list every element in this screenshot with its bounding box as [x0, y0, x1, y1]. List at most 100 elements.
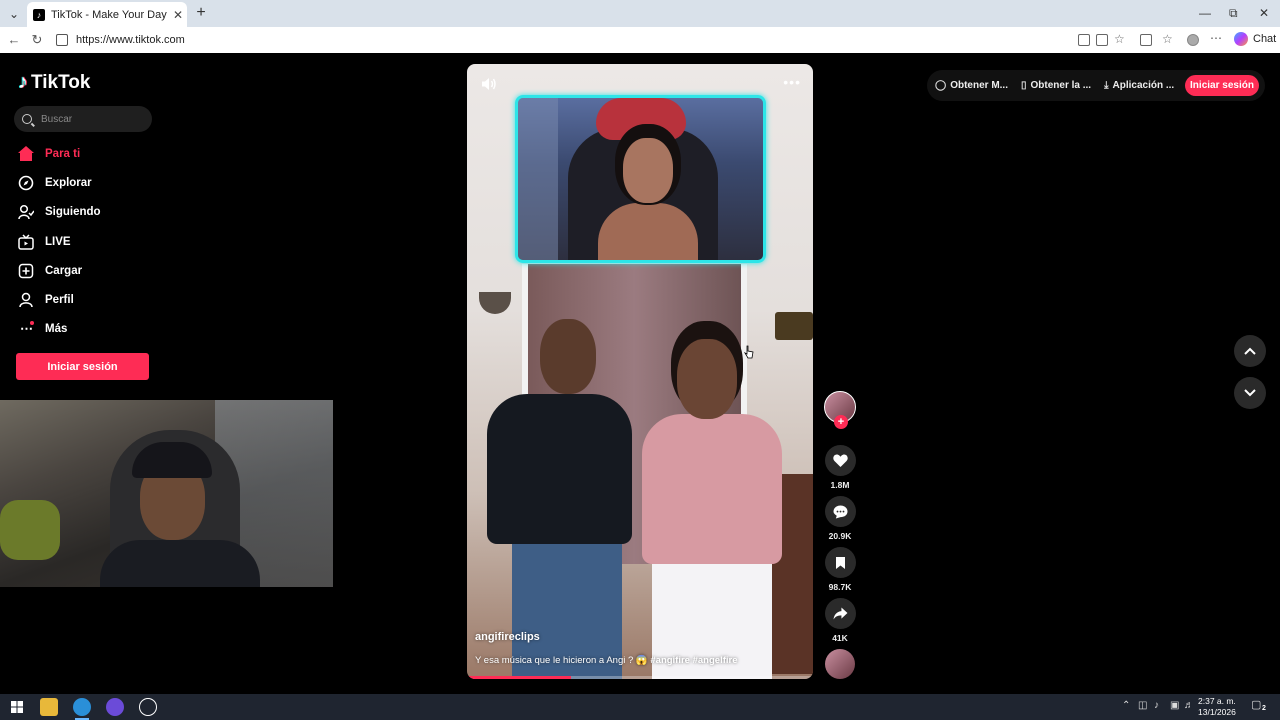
- browser-tab-tiktok[interactable]: ♪ TikTok - Make Your Day ✕: [27, 2, 187, 27]
- minimize-icon[interactable]: —: [1199, 6, 1211, 20]
- tiktok-logo[interactable]: ♪ TikTok: [18, 71, 90, 94]
- refresh-icon[interactable]: ↻: [29, 32, 45, 48]
- back-arrow-icon[interactable]: ←: [6, 32, 22, 47]
- tiktok-page: ♪ TikTok Para ti Explorar Siguiendo: [0, 53, 1277, 691]
- previous-video-button[interactable]: [1234, 335, 1266, 367]
- wall-sign: [775, 312, 813, 340]
- desktop-app-link[interactable]: ⤓ Aplicación ...: [1104, 80, 1174, 91]
- video-actions: + 1.8M 20.9K 98.7K 41K: [823, 391, 857, 679]
- search-input[interactable]: [41, 113, 141, 125]
- share-arrow-icon[interactable]: [824, 598, 856, 629]
- home-icon: [17, 145, 35, 163]
- tray-app-icon[interactable]: ◫: [1138, 700, 1147, 711]
- sidebar-item-mas[interactable]: ⋯ Más: [17, 315, 177, 344]
- obs-icon[interactable]: [139, 698, 157, 716]
- clock-date: 13/1/2026: [1198, 707, 1236, 717]
- logo-text: TikTok: [31, 71, 91, 93]
- sidebar-item-cargar[interactable]: Cargar: [17, 256, 177, 285]
- translate-icon[interactable]: [1096, 34, 1108, 46]
- address-bar[interactable]: https://www.tiktok.com: [52, 30, 1072, 50]
- video-caption: Y esa música que le hicieron a Angi ? 😱 …: [475, 655, 738, 666]
- like-action[interactable]: 1.8M: [823, 445, 857, 496]
- tab-list-chevron-icon[interactable]: ⌄: [4, 4, 24, 24]
- video-pip-frame: [515, 95, 766, 263]
- sidebar-item-para-ti[interactable]: Para ti: [17, 139, 177, 168]
- file-explorer-icon[interactable]: [40, 698, 58, 716]
- sidebar-item-label: Más: [45, 323, 68, 336]
- sidebar-item-live[interactable]: LIVE: [17, 227, 177, 256]
- share-action[interactable]: 41K: [823, 598, 857, 649]
- copilot-icon: [1234, 32, 1248, 46]
- sidebar-item-siguiendo[interactable]: Siguiendo: [17, 198, 177, 227]
- coin-icon: ◯: [935, 80, 947, 91]
- search-box[interactable]: [14, 106, 152, 132]
- sidebar-login-button[interactable]: Iniciar sesión: [16, 353, 149, 380]
- video-author[interactable]: angifireclips: [475, 631, 540, 643]
- volume-icon[interactable]: [481, 77, 497, 93]
- tiktok-favicon-icon: ♪: [33, 8, 45, 21]
- edge-browser-icon[interactable]: [73, 698, 91, 720]
- get-app-label: Obtener la ...: [1030, 80, 1092, 91]
- restore-icon[interactable]: ⧉: [1229, 6, 1238, 21]
- profile-icon: [17, 291, 35, 309]
- favorite-star-icon[interactable]: ☆: [1114, 32, 1126, 46]
- window-close-icon[interactable]: ✕: [1259, 6, 1269, 20]
- get-app-link[interactable]: ▯ Obtener la ...: [1021, 80, 1091, 91]
- top-right-bar: ◯ Obtener M... ▯ Obtener la ... ⤓ Aplica…: [927, 70, 1265, 101]
- site-info-icon[interactable]: [56, 34, 68, 46]
- profile-avatar-icon[interactable]: [1187, 34, 1199, 46]
- app-available-icon[interactable]: [1078, 34, 1090, 46]
- url-text: https://www.tiktok.com: [76, 34, 185, 46]
- browser-toolbar: ← ↻ https://www.tiktok.com ☆ ☆ ⋯ Chat: [0, 27, 1280, 53]
- next-video-button[interactable]: [1234, 377, 1266, 409]
- browser-tabstrip: ⌄ ♪ TikTok - Make Your Day ✕ + — ⧉ ✕: [0, 0, 1280, 27]
- tab-close-icon[interactable]: ✕: [169, 8, 187, 22]
- sidebar-item-perfil[interactable]: Perfil: [17, 285, 177, 314]
- video-player[interactable]: ••• angifireclips Y esa música que le hi…: [467, 64, 813, 679]
- get-coins-link[interactable]: ◯ Obtener M...: [935, 80, 1008, 91]
- desktop-app-label: Aplicación ...: [1112, 80, 1175, 91]
- caption-hashtags[interactable]: #angifire #angelfire: [650, 655, 737, 666]
- save-action[interactable]: 98.7K: [823, 547, 857, 598]
- caption-text: Y esa música que le hicieron a Angi ? 😱: [475, 655, 648, 666]
- comment-action[interactable]: 20.9K: [823, 496, 857, 547]
- tab-title: TikTok - Make Your Day: [51, 8, 167, 21]
- sidebar-item-label: Siguiendo: [45, 206, 101, 219]
- microphone-icon[interactable]: ♪: [1154, 700, 1159, 711]
- notification-dot: [30, 321, 34, 326]
- tray-chevron-icon[interactable]: ⌃: [1122, 700, 1130, 711]
- extensions-icon[interactable]: [1140, 34, 1152, 46]
- windows-taskbar: ⌃ ◫ ♪ ▣ ♬ 2:37 a. m. 13/1/2026 ▢ 2: [0, 694, 1280, 720]
- windows-start-icon[interactable]: [8, 698, 26, 716]
- favorites-icon[interactable]: ☆: [1162, 32, 1174, 46]
- creator-avatar[interactable]: +: [824, 391, 856, 429]
- get-coins-label: Obtener M...: [950, 80, 1008, 91]
- taskbar-clock[interactable]: 2:37 a. m. 13/1/2026: [1198, 696, 1236, 718]
- following-icon: [17, 203, 35, 221]
- more-dots-icon: ⋯: [20, 321, 34, 337]
- live-tv-icon: [17, 233, 35, 251]
- heart-icon[interactable]: [824, 445, 856, 476]
- top-login-button[interactable]: Iniciar sesión: [1185, 75, 1259, 96]
- phone-icon: ▯: [1021, 80, 1027, 91]
- wall-lamp: [479, 292, 511, 314]
- mouse-cursor-icon: [743, 345, 754, 359]
- tiktok-note-icon: ♪: [18, 71, 28, 93]
- share-count: 41K: [832, 633, 848, 643]
- network-icon[interactable]: ▣: [1170, 700, 1179, 711]
- follow-plus-icon[interactable]: +: [834, 415, 848, 429]
- music-disc-avatar[interactable]: [825, 649, 855, 679]
- settings-menu-icon[interactable]: ⋯: [1210, 31, 1222, 45]
- bookmark-icon[interactable]: [824, 547, 856, 578]
- notification-center-icon[interactable]: ▢: [1251, 698, 1261, 711]
- app-icon[interactable]: [106, 698, 124, 716]
- notification-count: 2: [1262, 705, 1266, 712]
- volume-tray-icon[interactable]: ♬: [1184, 700, 1194, 711]
- sidebar-item-explorar[interactable]: Explorar: [17, 168, 177, 197]
- copilot-chat-button[interactable]: Chat: [1234, 32, 1276, 46]
- sidebar-item-label: LIVE: [45, 235, 71, 248]
- more-options-icon[interactable]: •••: [783, 74, 801, 90]
- comment-icon[interactable]: [824, 496, 856, 527]
- like-count: 1.8M: [830, 480, 850, 490]
- new-tab-icon[interactable]: +: [192, 4, 210, 22]
